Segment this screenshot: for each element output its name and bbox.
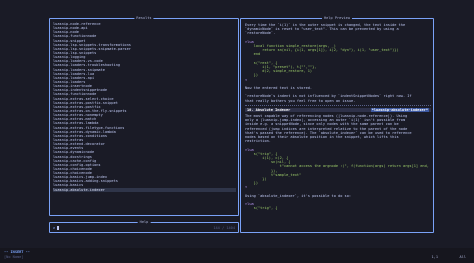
results-list[interactable]: luasnip-node-reference luasnip-node-api lu… <box>53 22 236 192</box>
prompt-input-cursor[interactable] <box>57 226 59 230</box>
result-item[interactable]: luasnip-absolute-indexer <box>53 187 236 192</box>
cursor-position: 1,1 <box>431 255 439 259</box>
result-count: 144 / 1404 <box>213 226 235 230</box>
status-bar: -- INSERT -- [No Name] 1,1 All <box>0 248 474 263</box>
prompt-title: Help <box>137 220 151 224</box>
section-title: 10. Absolute Indexer <box>247 107 291 112</box>
preview-section-body: The most capable way of referencing node… <box>245 114 431 211</box>
section-separator <box>245 104 431 106</box>
preview-line: s("trig", { <box>245 206 278 211</box>
preview-line: t"cannot access the argnode :(", f(funct… <box>245 164 431 169</box>
section-heading: 10. Absolute Indexer *luasnip-absolute-i… <box>245 107 431 112</box>
results-pane[interactable]: Results luasnip-node-reference luasnip-no… <box>49 16 239 216</box>
preview-title: Help Preview <box>322 16 352 20</box>
mode-indicator: -- INSERT -- <box>4 250 30 254</box>
section-tag[interactable]: *luasnip-absolute-indexer* <box>370 107 429 112</box>
preview-body: Every time the `i(1)` in the outer snipp… <box>245 23 431 230</box>
preview-intro: Every time the `i(1)` in the outer snipp… <box>245 23 431 103</box>
scroll-percent: All <box>459 255 467 259</box>
help-preview-pane[interactable]: Help Preview Every time the `i(1)` in th… <box>240 16 434 233</box>
results-title: Results <box>134 16 154 20</box>
preview-line: that really bothers you feel free to ope… <box>245 98 356 103</box>
help-prompt-pane[interactable]: Help > 144 / 1404 <box>49 220 239 233</box>
preview-line: `restoreNode`s indent is not influenced … <box>245 94 412 99</box>
prompt-caret-icon: > <box>53 225 56 230</box>
buffer-name: [No Name] <box>4 255 24 259</box>
